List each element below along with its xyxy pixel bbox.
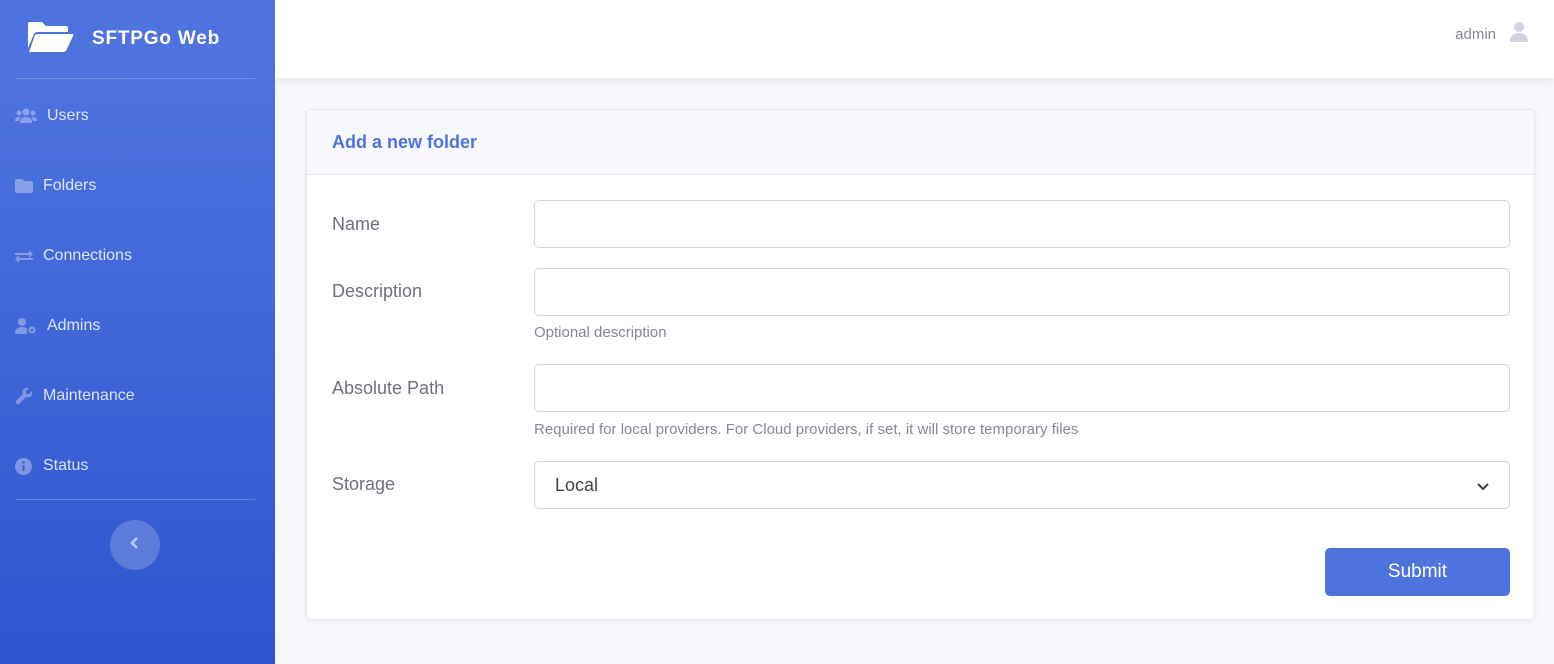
sidebar-item-label: Users <box>47 107 89 124</box>
path-help: Required for local providers. For Cloud … <box>534 421 1079 438</box>
sidebar-item-admins[interactable]: Admins <box>0 306 275 346</box>
description-help: Optional description <box>534 324 667 341</box>
sidebar-divider <box>15 78 255 79</box>
users-icon <box>15 107 39 125</box>
sidebar-toggle-button[interactable] <box>110 520 160 570</box>
sidebar-item-label: Status <box>43 457 89 474</box>
sidebar-item-label: Maintenance <box>43 387 135 404</box>
submit-button[interactable]: Submit <box>1325 548 1510 596</box>
path-input[interactable] <box>534 364 1510 412</box>
topbar: admin <box>275 0 1554 78</box>
name-input[interactable] <box>534 200 1510 248</box>
path-label: Absolute Path <box>332 378 445 398</box>
card-header: Add a new folder <box>307 110 1534 175</box>
sidebar-item-folders[interactable]: Folders <box>0 166 275 206</box>
description-label: Description <box>332 281 423 301</box>
storage-select[interactable]: Local <box>534 461 1510 509</box>
brand-title: SFTPGo Web <box>92 28 220 49</box>
user-menu[interactable]: admin <box>1455 21 1528 47</box>
info-circle-icon <box>15 457 39 475</box>
sidebar-item-connections[interactable]: Connections <box>0 236 275 276</box>
sidebar-item-status[interactable]: Status <box>0 446 275 486</box>
sidebar-item-label: Admins <box>47 317 101 334</box>
sidebar-item-maintenance[interactable]: Maintenance <box>0 376 275 416</box>
sidebar-item-users[interactable]: Users <box>0 96 275 136</box>
sidebar-item-label: Folders <box>43 177 97 194</box>
wrench-icon <box>15 387 39 405</box>
sidebar-item-label: Connections <box>43 247 132 264</box>
sidebar-divider <box>15 499 255 500</box>
name-label: Name <box>332 214 381 234</box>
chevron-down-icon <box>1477 475 1489 496</box>
user-icon <box>1510 21 1528 47</box>
page-title: Add a new folder <box>332 131 478 152</box>
username: admin <box>1455 25 1496 43</box>
user-cog-icon <box>15 317 39 335</box>
exchange-icon <box>15 247 39 265</box>
chevron-left-icon <box>130 536 140 554</box>
folder-open-icon <box>26 20 92 59</box>
storage-selected-value: Local <box>555 474 599 495</box>
sidebar: SFTPGo Web Users Folders Connections Adm… <box>0 0 275 664</box>
storage-label: Storage <box>332 474 396 494</box>
folder-icon <box>15 177 39 195</box>
add-folder-card: Add a new folder Name Description Option… <box>306 109 1535 620</box>
description-input[interactable] <box>534 268 1510 316</box>
brand[interactable]: SFTPGo Web <box>0 0 275 78</box>
